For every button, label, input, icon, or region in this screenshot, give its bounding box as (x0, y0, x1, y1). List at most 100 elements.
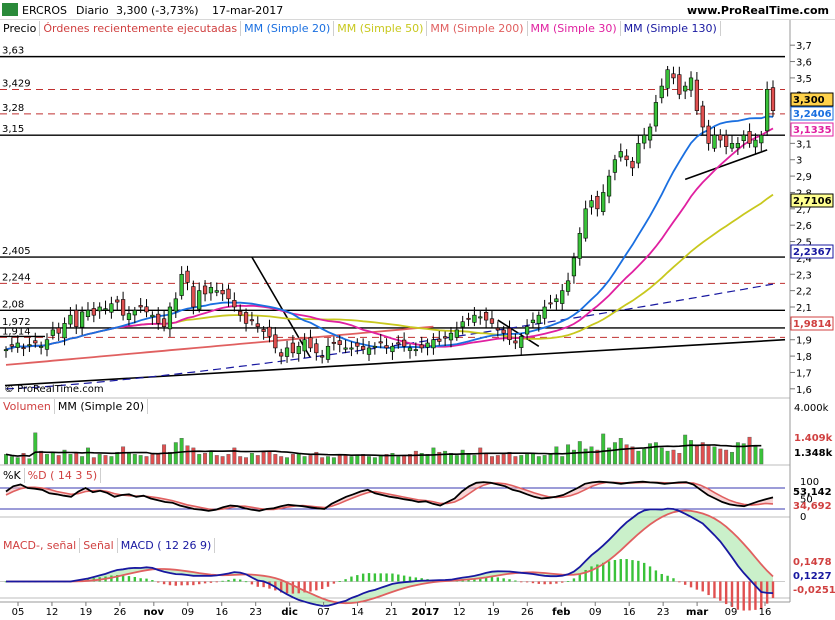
macd-histogram-bar (361, 573, 365, 582)
price-legend-item-0[interactable]: Precio (0, 21, 41, 36)
macd-histogram-bar (338, 581, 341, 582)
price-y-tick-label: 2,3 (796, 270, 812, 281)
candle-body (191, 286, 196, 308)
price-legend-item-2[interactable]: MM (Simple 20) (241, 21, 335, 36)
macd-histogram-bar (625, 559, 628, 582)
candle-body (296, 345, 301, 354)
macd-histogram-bar (256, 581, 259, 587)
volume-bar (501, 454, 506, 465)
macd-histogram-bar (344, 579, 347, 582)
macd-legend-item-0[interactable]: MACD-, señal (0, 538, 81, 553)
x-tick-label: 21 (385, 607, 398, 618)
candle-body (355, 342, 360, 347)
x-tick-label: 16 (623, 607, 636, 618)
volume-bar (431, 447, 436, 465)
macd-histogram-bar (121, 575, 125, 582)
volume-bar (466, 454, 471, 465)
x-tick-label: feb (552, 607, 570, 618)
stoch-legend-item-1[interactable]: %D ( 14 3 5) (24, 468, 102, 483)
volume-bar (519, 455, 524, 465)
volume-bar (326, 456, 330, 465)
candle-body (68, 314, 73, 325)
stoch-k-line (5, 480, 774, 512)
candle-body (460, 321, 465, 328)
volume-bar (261, 451, 266, 465)
macd-histogram-bar (145, 578, 148, 582)
volume-bar (80, 456, 85, 465)
candle-body (167, 306, 173, 330)
chart-svg[interactable]: 3,73,63,53,43,33,23,132,92,82,72,62,52,4… (0, 0, 835, 620)
candle-body (659, 85, 664, 99)
candle-body (261, 329, 266, 332)
candle-body (729, 143, 735, 149)
x-tick-label: mar (686, 607, 708, 618)
price-legend-item-3[interactable]: MM (Simple 50) (334, 21, 428, 36)
macd-histogram-bar (402, 575, 406, 582)
candle-body (694, 79, 700, 111)
macd-histogram-bar (490, 576, 494, 582)
macd-histogram-bar (508, 579, 511, 582)
macd-histogram-bar (198, 581, 201, 585)
price-y-tick-label: 2,2 (796, 287, 812, 298)
price-value-tag: 1,9814 (793, 319, 832, 330)
volume-bar (267, 450, 272, 465)
macd-histogram-bar (631, 560, 634, 582)
candle-body (402, 339, 407, 347)
macd-histogram-bar (666, 575, 669, 582)
x-tick-label: dic (281, 607, 298, 618)
macd-legend-item-1[interactable]: Señal (80, 538, 118, 553)
level-label: 3,28 (2, 103, 24, 114)
volume-bar (203, 453, 208, 465)
macd-histogram-bar (203, 581, 207, 584)
candle-body (437, 338, 442, 342)
volume-bar (402, 455, 407, 465)
volume-bar (530, 453, 535, 465)
volume-bar (91, 457, 96, 465)
candle-body (150, 314, 155, 318)
volume-bar (220, 456, 225, 465)
macd-histogram-bar (186, 581, 189, 586)
candle-body (9, 344, 14, 347)
candle-body (103, 308, 108, 311)
price-legend-item-1[interactable]: Órdenes recientemente ejecutadas (40, 21, 242, 36)
candle-body (753, 139, 758, 148)
macd-legend: MACD-, señal Señal MACD ( 12 26 9) (0, 538, 790, 554)
volume-bar (285, 457, 289, 465)
x-tick-label: 05 (12, 607, 25, 618)
macd-histogram-bar (748, 581, 751, 611)
macd-legend-item-2[interactable]: MACD ( 12 26 9) (117, 538, 216, 553)
stoch-value-tag: 34,692 (793, 501, 832, 512)
macd-histogram-bar (221, 580, 224, 582)
candle-body (314, 343, 319, 354)
price-value-tag: 3,1335 (793, 125, 832, 136)
macd-histogram-bar (209, 581, 213, 583)
candle-body (21, 347, 26, 350)
candle-body (302, 339, 307, 352)
candle-body (554, 298, 559, 303)
candle-body (565, 280, 571, 292)
volume-bar (677, 453, 682, 465)
volume-bar (132, 454, 137, 465)
candle-body (243, 312, 249, 324)
volume-bar (566, 444, 571, 465)
x-tick-label: 16 (215, 607, 228, 618)
stoch-legend-item-0[interactable]: %K (0, 468, 25, 483)
volume-bar (4, 454, 8, 465)
candle-body (161, 318, 167, 327)
volume-bar (583, 448, 588, 465)
volume-bar (712, 446, 717, 465)
candle-body (349, 347, 354, 350)
volume-legend-item-1[interactable]: MM (Simple 20) (54, 399, 149, 414)
volume-legend-item-0[interactable]: Volumen (0, 399, 55, 414)
candle-body (39, 345, 44, 348)
candle-body (519, 336, 524, 348)
price-legend-item-4[interactable]: MM (Simple 200) (427, 21, 528, 36)
x-tick-label: 12 (453, 607, 466, 618)
price-legend-item-6[interactable]: MM (Simple 130) (620, 21, 721, 36)
candle-body (249, 319, 255, 322)
volume-bar (630, 446, 635, 465)
candle-body (735, 143, 740, 149)
price-legend-item-5[interactable]: MM (Simple 30) (527, 21, 621, 36)
macd-histogram-bar (309, 581, 312, 592)
volume-bar (571, 449, 576, 465)
